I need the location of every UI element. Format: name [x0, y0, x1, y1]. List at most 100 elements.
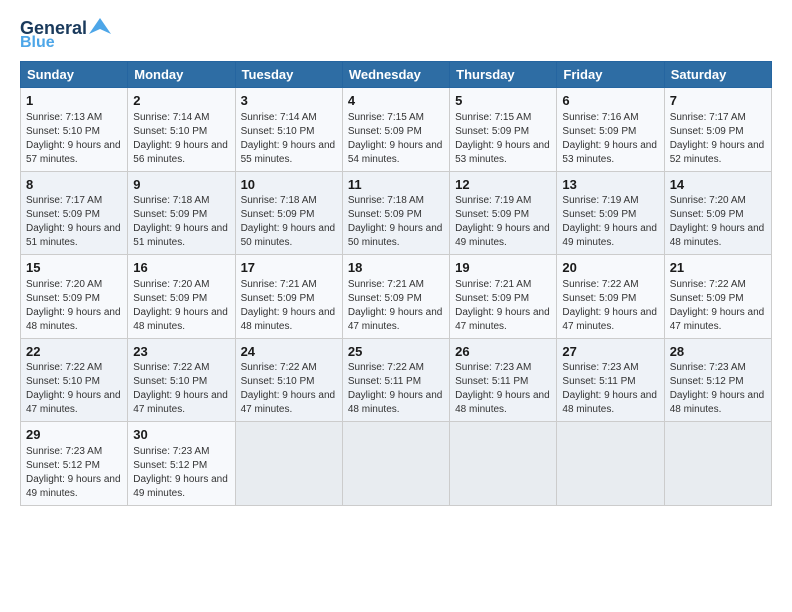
day-info: Sunrise: 7:18 AMSunset: 5:09 PMDaylight:…	[133, 194, 229, 250]
day-info: Sunrise: 7:15 AMSunset: 5:09 PMDaylight:…	[455, 111, 551, 167]
day-number: 13	[562, 176, 658, 194]
calendar-cell: 11Sunrise: 7:18 AMSunset: 5:09 PMDayligh…	[342, 171, 449, 255]
calendar-cell: 8Sunrise: 7:17 AMSunset: 5:09 PMDaylight…	[21, 171, 128, 255]
day-info: Sunrise: 7:22 AMSunset: 5:10 PMDaylight:…	[26, 361, 122, 417]
day-info: Sunrise: 7:22 AMSunset: 5:10 PMDaylight:…	[133, 361, 229, 417]
day-info: Sunrise: 7:23 AMSunset: 5:11 PMDaylight:…	[455, 361, 551, 417]
day-info: Sunrise: 7:13 AMSunset: 5:10 PMDaylight:…	[26, 111, 122, 167]
day-number: 6	[562, 92, 658, 110]
calendar-cell: 21Sunrise: 7:22 AMSunset: 5:09 PMDayligh…	[664, 255, 771, 339]
day-number: 14	[670, 176, 766, 194]
calendar-cell	[235, 422, 342, 506]
day-info: Sunrise: 7:21 AMSunset: 5:09 PMDaylight:…	[241, 278, 337, 334]
day-number: 19	[455, 259, 551, 277]
day-info: Sunrise: 7:23 AMSunset: 5:12 PMDaylight:…	[133, 445, 229, 501]
day-info: Sunrise: 7:20 AMSunset: 5:09 PMDaylight:…	[670, 194, 766, 250]
day-number: 2	[133, 92, 229, 110]
day-info: Sunrise: 7:19 AMSunset: 5:09 PMDaylight:…	[562, 194, 658, 250]
calendar-cell: 2Sunrise: 7:14 AMSunset: 5:10 PMDaylight…	[128, 88, 235, 172]
day-number: 28	[670, 343, 766, 361]
day-number: 25	[348, 343, 444, 361]
calendar-cell: 3Sunrise: 7:14 AMSunset: 5:10 PMDaylight…	[235, 88, 342, 172]
calendar-cell: 16Sunrise: 7:20 AMSunset: 5:09 PMDayligh…	[128, 255, 235, 339]
calendar-cell: 4Sunrise: 7:15 AMSunset: 5:09 PMDaylight…	[342, 88, 449, 172]
calendar-cell	[557, 422, 664, 506]
calendar-cell	[342, 422, 449, 506]
calendar-cell: 12Sunrise: 7:19 AMSunset: 5:09 PMDayligh…	[450, 171, 557, 255]
calendar-cell	[450, 422, 557, 506]
calendar-header-wednesday: Wednesday	[342, 62, 449, 88]
calendar-cell: 29Sunrise: 7:23 AMSunset: 5:12 PMDayligh…	[21, 422, 128, 506]
calendar-cell: 28Sunrise: 7:23 AMSunset: 5:12 PMDayligh…	[664, 338, 771, 422]
calendar-header-friday: Friday	[557, 62, 664, 88]
calendar-cell: 17Sunrise: 7:21 AMSunset: 5:09 PMDayligh…	[235, 255, 342, 339]
logo: General Blue	[20, 18, 111, 51]
calendar-cell: 18Sunrise: 7:21 AMSunset: 5:09 PMDayligh…	[342, 255, 449, 339]
day-number: 22	[26, 343, 122, 361]
day-info: Sunrise: 7:22 AMSunset: 5:11 PMDaylight:…	[348, 361, 444, 417]
calendar-week-row: 22Sunrise: 7:22 AMSunset: 5:10 PMDayligh…	[21, 338, 772, 422]
day-info: Sunrise: 7:21 AMSunset: 5:09 PMDaylight:…	[348, 278, 444, 334]
day-number: 30	[133, 426, 229, 444]
calendar-cell: 14Sunrise: 7:20 AMSunset: 5:09 PMDayligh…	[664, 171, 771, 255]
calendar-cell: 5Sunrise: 7:15 AMSunset: 5:09 PMDaylight…	[450, 88, 557, 172]
logo-bird-icon	[89, 16, 111, 38]
day-info: Sunrise: 7:19 AMSunset: 5:09 PMDaylight:…	[455, 194, 551, 250]
day-info: Sunrise: 7:17 AMSunset: 5:09 PMDaylight:…	[670, 111, 766, 167]
day-info: Sunrise: 7:14 AMSunset: 5:10 PMDaylight:…	[241, 111, 337, 167]
day-number: 26	[455, 343, 551, 361]
header: General Blue	[20, 18, 772, 51]
day-number: 18	[348, 259, 444, 277]
day-info: Sunrise: 7:22 AMSunset: 5:09 PMDaylight:…	[562, 278, 658, 334]
day-number: 4	[348, 92, 444, 110]
day-info: Sunrise: 7:22 AMSunset: 5:10 PMDaylight:…	[241, 361, 337, 417]
day-number: 9	[133, 176, 229, 194]
calendar-header-saturday: Saturday	[664, 62, 771, 88]
calendar-header-monday: Monday	[128, 62, 235, 88]
day-info: Sunrise: 7:23 AMSunset: 5:12 PMDaylight:…	[670, 361, 766, 417]
calendar-cell: 27Sunrise: 7:23 AMSunset: 5:11 PMDayligh…	[557, 338, 664, 422]
day-info: Sunrise: 7:16 AMSunset: 5:09 PMDaylight:…	[562, 111, 658, 167]
calendar-week-row: 1Sunrise: 7:13 AMSunset: 5:10 PMDaylight…	[21, 88, 772, 172]
calendar-cell: 9Sunrise: 7:18 AMSunset: 5:09 PMDaylight…	[128, 171, 235, 255]
day-info: Sunrise: 7:22 AMSunset: 5:09 PMDaylight:…	[670, 278, 766, 334]
day-info: Sunrise: 7:21 AMSunset: 5:09 PMDaylight:…	[455, 278, 551, 334]
day-info: Sunrise: 7:20 AMSunset: 5:09 PMDaylight:…	[26, 278, 122, 334]
day-number: 24	[241, 343, 337, 361]
calendar-cell: 22Sunrise: 7:22 AMSunset: 5:10 PMDayligh…	[21, 338, 128, 422]
day-number: 16	[133, 259, 229, 277]
day-number: 15	[26, 259, 122, 277]
calendar-cell: 24Sunrise: 7:22 AMSunset: 5:10 PMDayligh…	[235, 338, 342, 422]
day-number: 10	[241, 176, 337, 194]
calendar-header-sunday: Sunday	[21, 62, 128, 88]
day-number: 12	[455, 176, 551, 194]
day-number: 8	[26, 176, 122, 194]
calendar-cell: 20Sunrise: 7:22 AMSunset: 5:09 PMDayligh…	[557, 255, 664, 339]
calendar-cell: 7Sunrise: 7:17 AMSunset: 5:09 PMDaylight…	[664, 88, 771, 172]
day-number: 7	[670, 92, 766, 110]
day-number: 11	[348, 176, 444, 194]
calendar-week-row: 29Sunrise: 7:23 AMSunset: 5:12 PMDayligh…	[21, 422, 772, 506]
day-info: Sunrise: 7:14 AMSunset: 5:10 PMDaylight:…	[133, 111, 229, 167]
calendar-table: SundayMondayTuesdayWednesdayThursdayFrid…	[20, 61, 772, 506]
calendar-cell: 30Sunrise: 7:23 AMSunset: 5:12 PMDayligh…	[128, 422, 235, 506]
day-number: 20	[562, 259, 658, 277]
calendar-cell: 6Sunrise: 7:16 AMSunset: 5:09 PMDaylight…	[557, 88, 664, 172]
calendar-header-thursday: Thursday	[450, 62, 557, 88]
calendar-cell: 13Sunrise: 7:19 AMSunset: 5:09 PMDayligh…	[557, 171, 664, 255]
logo-blue: Blue	[20, 35, 55, 51]
day-info: Sunrise: 7:23 AMSunset: 5:11 PMDaylight:…	[562, 361, 658, 417]
calendar-week-row: 15Sunrise: 7:20 AMSunset: 5:09 PMDayligh…	[21, 255, 772, 339]
calendar-cell: 1Sunrise: 7:13 AMSunset: 5:10 PMDaylight…	[21, 88, 128, 172]
day-info: Sunrise: 7:20 AMSunset: 5:09 PMDaylight:…	[133, 278, 229, 334]
calendar-header-tuesday: Tuesday	[235, 62, 342, 88]
day-number: 1	[26, 92, 122, 110]
calendar-week-row: 8Sunrise: 7:17 AMSunset: 5:09 PMDaylight…	[21, 171, 772, 255]
day-info: Sunrise: 7:18 AMSunset: 5:09 PMDaylight:…	[241, 194, 337, 250]
calendar-cell: 15Sunrise: 7:20 AMSunset: 5:09 PMDayligh…	[21, 255, 128, 339]
day-info: Sunrise: 7:17 AMSunset: 5:09 PMDaylight:…	[26, 194, 122, 250]
day-number: 23	[133, 343, 229, 361]
calendar-cell: 23Sunrise: 7:22 AMSunset: 5:10 PMDayligh…	[128, 338, 235, 422]
calendar-header-row: SundayMondayTuesdayWednesdayThursdayFrid…	[21, 62, 772, 88]
page: General Blue SundayMondayTuesdayWednesda…	[0, 0, 792, 612]
